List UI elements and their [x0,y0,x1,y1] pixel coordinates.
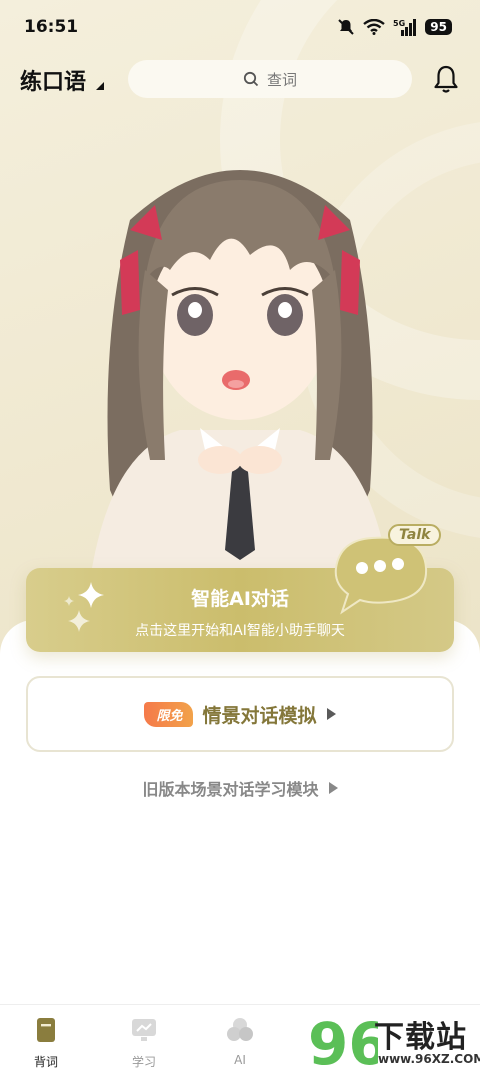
tab-ai[interactable]: AI [210,1015,270,1067]
battery-indicator: 95 [425,19,452,35]
legacy-module-link[interactable]: 旧版本场景对话学习模块 [0,776,480,800]
tab-label: AI [234,1053,246,1067]
watermark-brand: 下载站 [374,1020,467,1055]
watermark-url: www.96XZ.COM [378,1052,480,1066]
app-header: 练口语 查词 [0,58,480,100]
search-placeholder: 查词 [266,70,297,89]
play-arrow-icon [326,708,336,720]
watermark-logo: 96 [308,1010,378,1072]
free-badge: 限免 [144,701,193,727]
legacy-module-label: 旧版本场景对话学习模块 [142,780,319,799]
monitor-chart-icon [132,1019,156,1041]
status-bar: 16:51 5G 95 [0,0,480,56]
talk-bubble[interactable]: Talk [332,524,442,616]
app-title[interactable]: 练口语 [20,64,86,96]
tab-study[interactable]: 学习 [114,1015,174,1070]
site-watermark: 96 下载站 www.96XZ.COM [308,1008,480,1072]
ai-circles-icon [227,1018,253,1041]
book-icon [37,1018,55,1042]
search-icon [243,71,259,87]
wifi-icon [363,19,386,35]
talk-tag: Talk [388,524,442,546]
tab-label: 背词 [33,1055,58,1069]
tab-words[interactable]: 背词 [16,1015,76,1070]
svg-text:96: 96 [308,1010,378,1072]
assistant-character-illustration [90,170,390,580]
tab-label: 学习 [131,1055,156,1069]
svg-text:5G: 5G [393,19,405,28]
scenario-dialogue-button[interactable]: 限免 情景对话模拟 [26,676,454,752]
bell-icon[interactable] [432,64,460,94]
search-bar[interactable]: 查词 [128,60,412,98]
mute-bell-icon [338,19,355,35]
ai-chat-subtitle: 点击这里开始和AI智能小助手聊天 [135,623,345,639]
play-arrow-icon [328,782,338,794]
scenario-label: 情景对话模拟 [202,704,317,727]
signal-icon: 5G [393,19,417,36]
status-time: 16:51 [24,17,79,37]
title-dropdown-marker[interactable] [96,82,104,90]
status-icons: 5G 95 [337,18,452,36]
